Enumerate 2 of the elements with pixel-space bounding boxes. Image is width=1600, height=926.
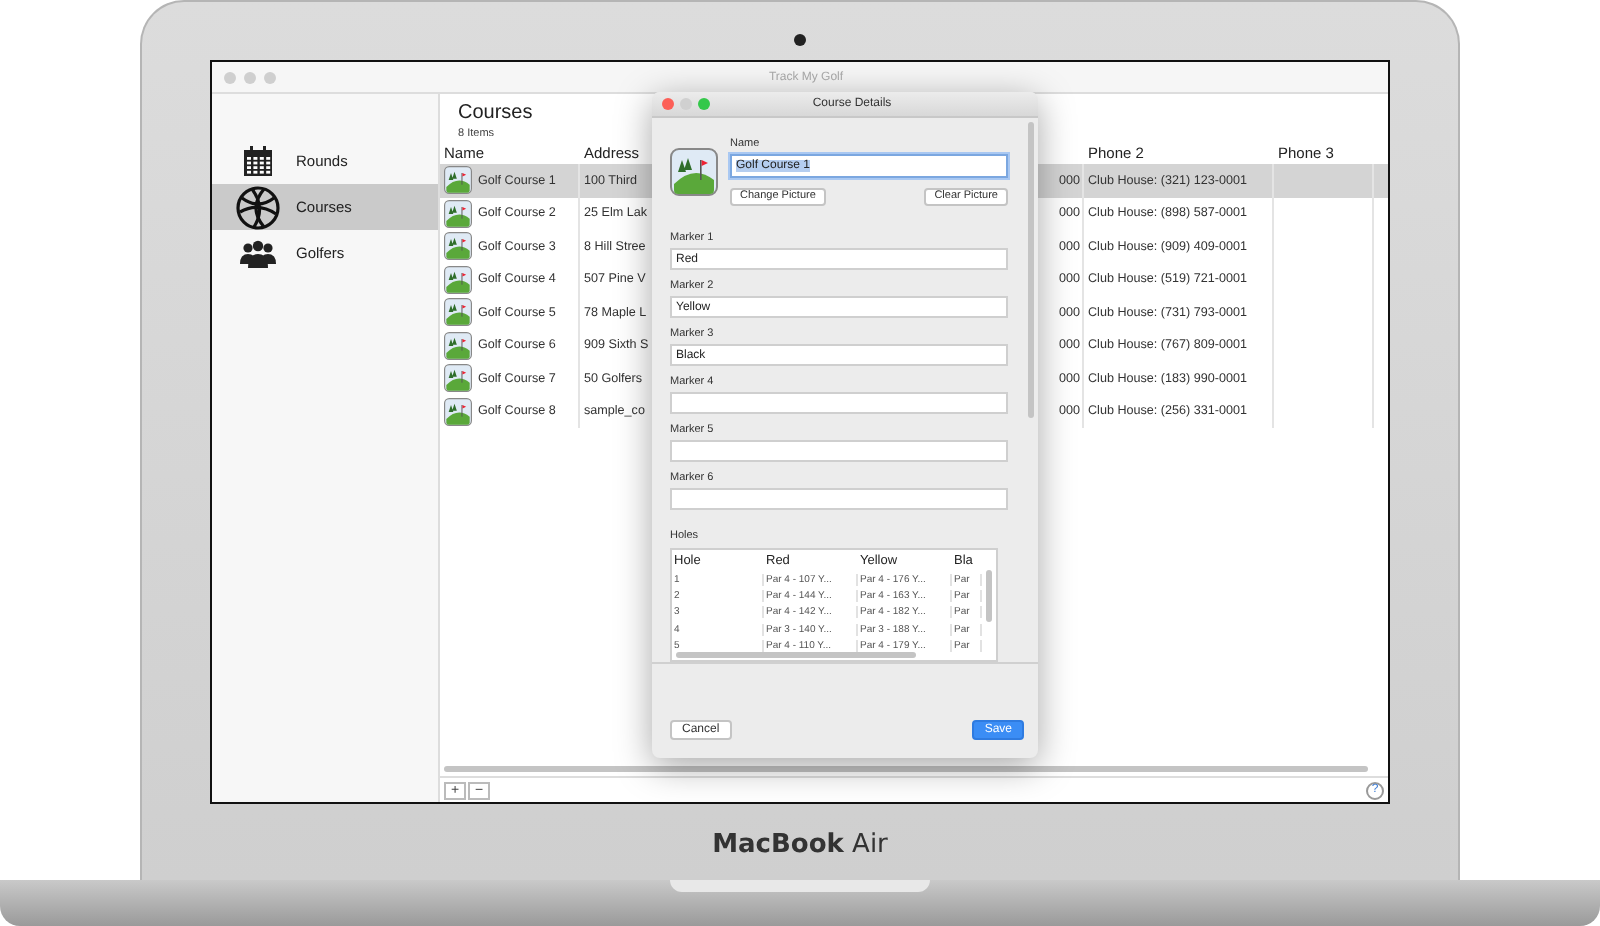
- laptop-brand-label: MacBook Air: [712, 830, 888, 860]
- list-title: Courses: [458, 102, 533, 124]
